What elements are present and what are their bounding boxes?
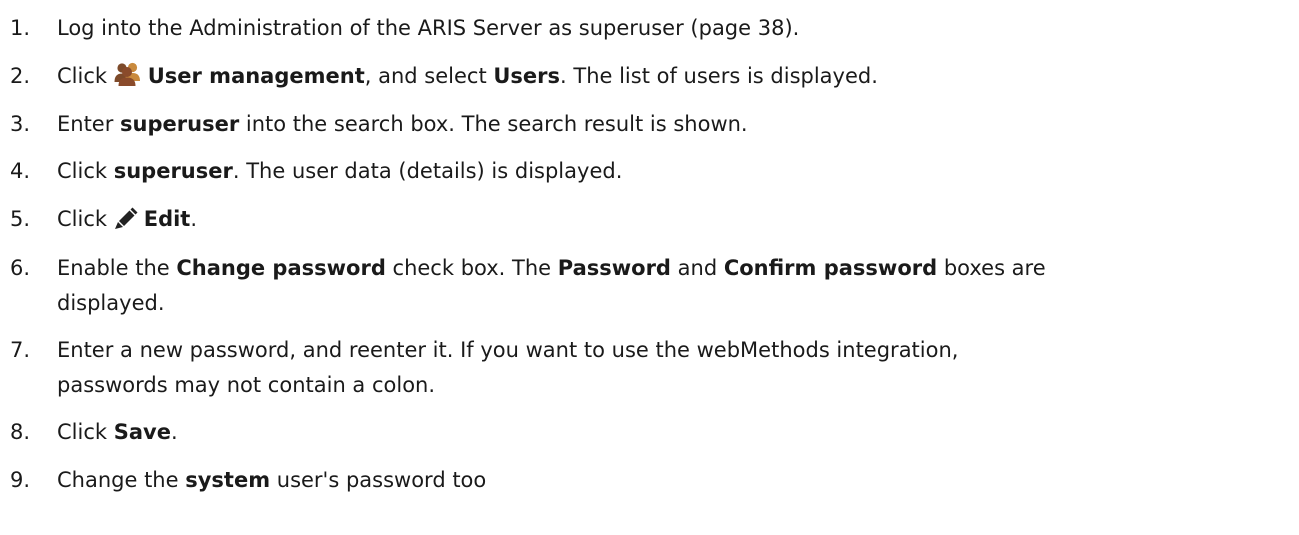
pencil-edit-icon bbox=[114, 207, 138, 229]
step-text: Enter a new password, and reenter it. If… bbox=[57, 338, 959, 397]
step-text: Enable the Change password check box. Th… bbox=[57, 256, 1046, 315]
step-number: 6. bbox=[10, 256, 31, 280]
step-number: 3. bbox=[10, 112, 31, 136]
step-number: 2. bbox=[10, 64, 31, 88]
step-text: Click Save. bbox=[57, 420, 178, 444]
menu-item-user-management: User management bbox=[147, 64, 365, 88]
edit-button-label: Edit bbox=[143, 207, 191, 231]
step-text: Click superuser. The user data (details)… bbox=[57, 159, 623, 183]
step-number: 8. bbox=[10, 420, 31, 444]
step-number: 1. bbox=[10, 16, 31, 40]
step-number: 9. bbox=[10, 468, 31, 492]
step-number: 4. bbox=[10, 159, 31, 183]
step-number: 7. bbox=[10, 338, 31, 362]
save-button-label: Save bbox=[113, 420, 171, 444]
menu-item-users: Users bbox=[493, 64, 561, 88]
step-text: Log into the Administration of the ARIS … bbox=[57, 16, 800, 40]
step-text: Click Edit. bbox=[57, 207, 198, 231]
step-text: Enter superuser into the search box. The… bbox=[57, 112, 748, 136]
step-text: Click User management, and select Users.… bbox=[57, 62, 878, 88]
step-text: Change the system user's password too bbox=[57, 468, 487, 492]
users-group-icon bbox=[114, 62, 142, 86]
step-number: 5. bbox=[10, 207, 31, 231]
